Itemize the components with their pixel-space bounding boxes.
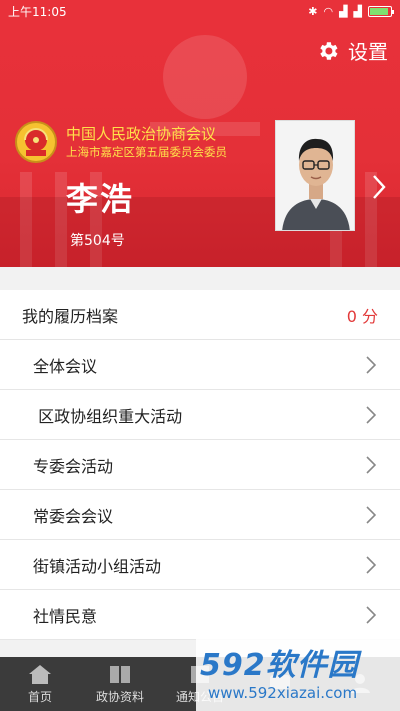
watermark-url: www.592xiazai.com — [208, 684, 358, 702]
portrait-image — [276, 121, 354, 230]
signal-icon-2: ▟ — [353, 4, 362, 18]
home-icon — [29, 665, 51, 684]
list-item[interactable]: 街镇活动小组活动 — [0, 540, 400, 590]
list-item[interactable]: 专委会活动 — [0, 440, 400, 490]
wifi-icon: ◠ — [323, 4, 334, 18]
chevron-right-icon — [366, 505, 376, 524]
org-name: 中国人民政治协商会议 — [66, 125, 217, 143]
list-item[interactable]: 区政协组织重大活动 — [0, 390, 400, 440]
gear-icon — [320, 41, 338, 60]
list-item[interactable]: 全体会议 — [0, 340, 400, 390]
record-header: 我的履历档案 0 分 — [0, 290, 400, 340]
list-item[interactable]: 常委会会议 — [0, 490, 400, 540]
signal-icon: ▟ — [339, 4, 348, 18]
chevron-right-icon — [366, 355, 376, 374]
nav-home-label: 首页 — [27, 690, 52, 704]
settings-button[interactable]: 设置 — [316, 36, 388, 65]
watermark-brand: 592软件园 — [200, 648, 359, 683]
nav-home[interactable]: 首页 — [0, 657, 80, 711]
battery-icon — [368, 5, 394, 17]
record-score: 0 分 — [346, 306, 378, 326]
nav-materials-label: 政协资料 — [95, 690, 144, 704]
chevron-right-icon — [366, 455, 376, 474]
status-bar: 上午11:05 ✱ ◠ ▟ ▟ — [0, 0, 400, 22]
activity-list: 全体会议 区政协组织重大活动 专委会活动 常委会会议 街镇活动小组活动 社情民意 — [0, 340, 400, 640]
org-info: 中国人民政治协商会议 上海市嘉定区第五届委员会委员 — [14, 120, 227, 164]
bluetooth-icon: ✱ — [308, 4, 318, 18]
list-item[interactable]: 社情民意 — [0, 590, 400, 640]
watermark: 592软件园 www.592xiazai.com — [196, 637, 400, 711]
chevron-right-icon — [366, 405, 376, 424]
profile-header: 设置 中国人民政治协商会议 上海市嘉定区第五届委员会委员 李浩 第504号 — [0, 22, 400, 267]
org-subtitle: 上海市嘉定区第五届委员会委员 — [66, 145, 227, 159]
cppcc-emblem-icon — [15, 121, 57, 163]
chevron-right-icon — [366, 555, 376, 574]
status-time: 上午11:05 — [8, 4, 67, 19]
avatar[interactable] — [275, 120, 355, 231]
record-title: 我的履历档案 — [22, 306, 119, 326]
list-item-label: 街镇活动小组活动 — [33, 556, 162, 576]
list-item-label: 区政协组织重大活动 — [33, 406, 183, 426]
nav-materials[interactable]: 政协资料 — [80, 657, 160, 711]
list-item-label: 社情民意 — [33, 606, 98, 626]
book-icon — [110, 666, 130, 683]
list-item-label: 常委会会议 — [33, 506, 114, 526]
settings-label: 设置 — [348, 40, 388, 64]
member-name: 李浩 — [66, 180, 135, 218]
status-icons: ✱ ◠ ▟ ▟ — [308, 4, 394, 18]
list-item-label: 专委会活动 — [33, 456, 114, 476]
chevron-right-icon — [366, 605, 376, 624]
chevron-right-icon[interactable] — [372, 174, 386, 200]
list-item-label: 全体会议 — [33, 356, 98, 376]
member-number: 第504号 — [70, 233, 125, 249]
